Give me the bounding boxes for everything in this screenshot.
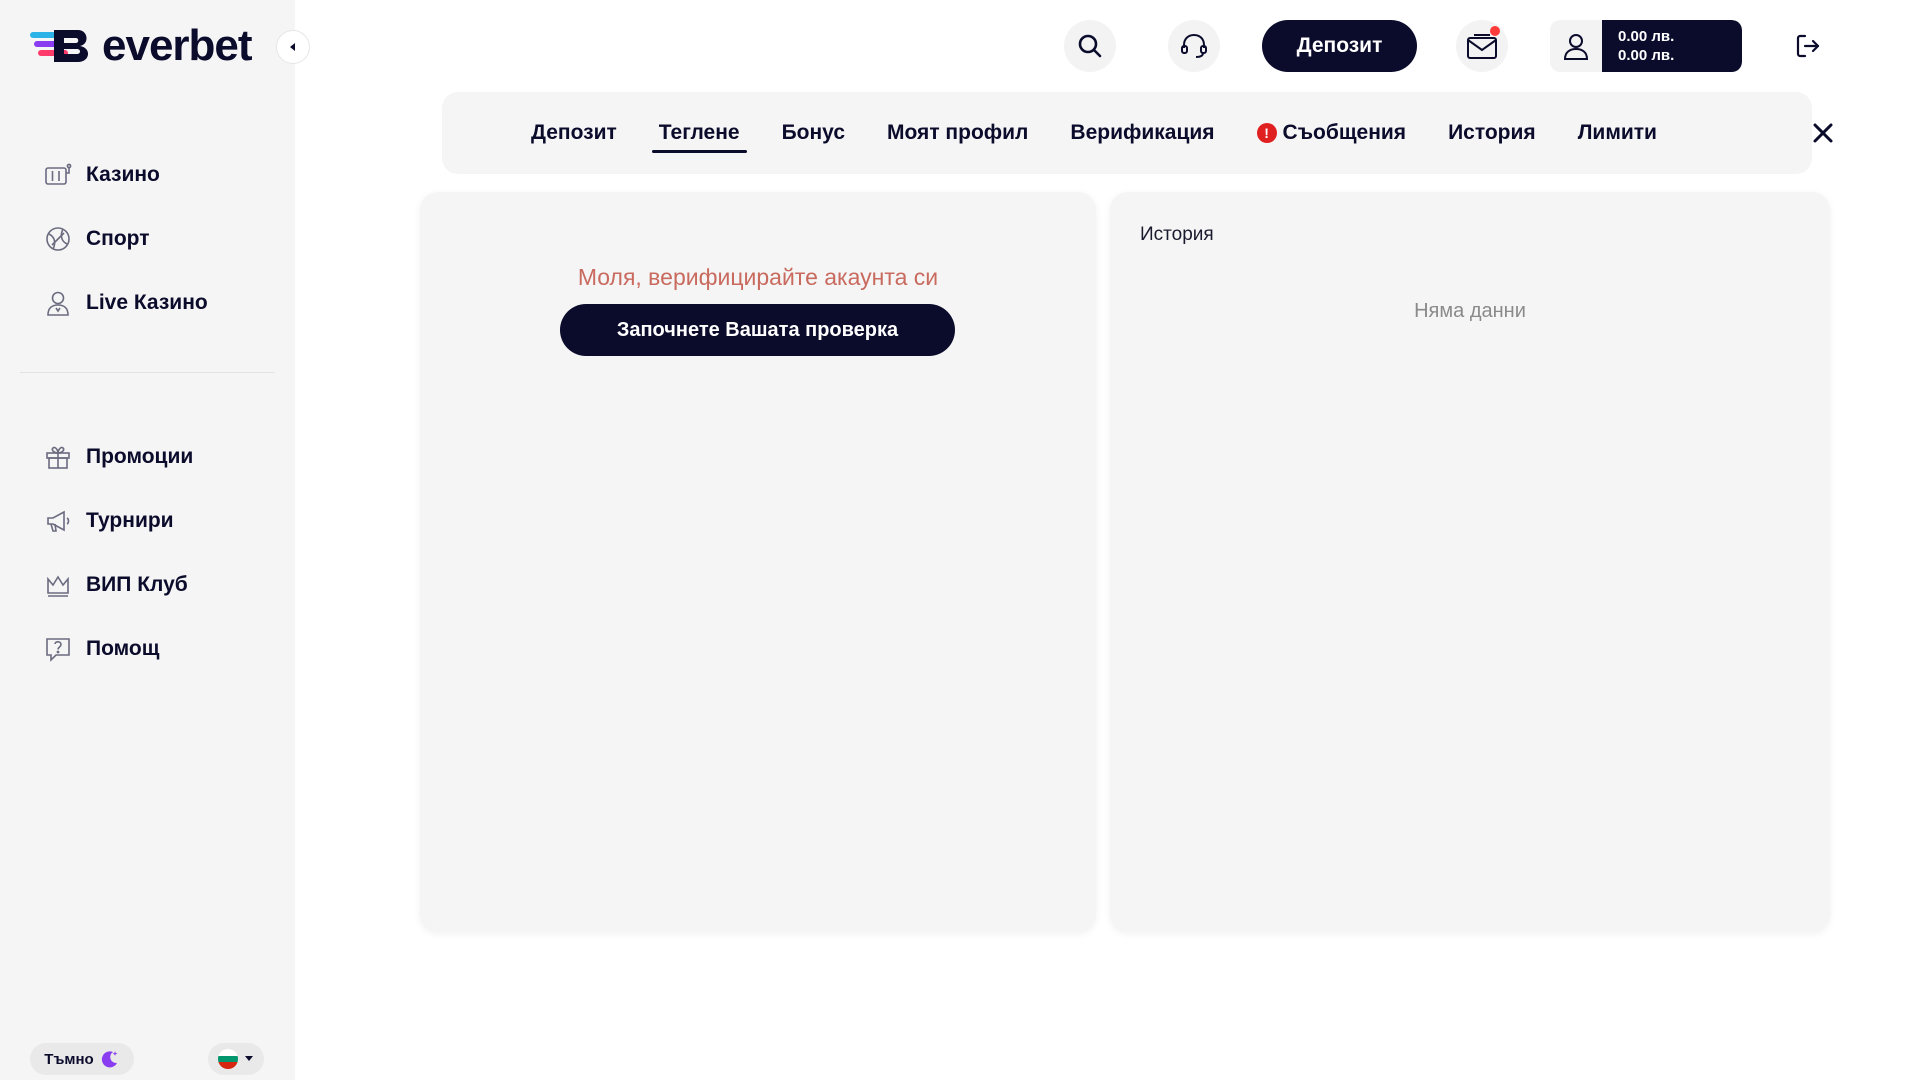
logout-button[interactable]	[1790, 28, 1826, 64]
tab-verification[interactable]: Верификация	[1063, 113, 1221, 153]
support-button[interactable]	[1168, 20, 1220, 72]
sidebar-divider	[20, 372, 275, 373]
balance-main: 0.00 лв.	[1618, 28, 1675, 45]
search-icon	[1078, 34, 1102, 58]
tab-withdraw[interactable]: Теглене	[651, 113, 747, 153]
sidebar-main-nav: Казино Спорт Live Казино	[0, 143, 295, 335]
header-deposit-button[interactable]: Депозит	[1262, 20, 1417, 72]
help-icon	[44, 635, 72, 663]
tab-label: Съобщения	[1282, 121, 1407, 144]
caret-left-icon	[290, 43, 295, 51]
dealer-icon	[44, 289, 72, 317]
tab-my-profile[interactable]: Моят профил	[880, 113, 1035, 153]
unread-dot	[1490, 26, 1500, 36]
logo-mark-icon	[30, 26, 94, 66]
logo[interactable]: everbet	[30, 21, 253, 70]
moon-icon	[101, 1051, 118, 1068]
withdraw-panel: Моля, верифицирайте акаунта си Започнете…	[420, 192, 1096, 932]
close-icon	[1813, 123, 1833, 143]
sidebar-item-promotions[interactable]: Промоции	[0, 425, 295, 489]
theme-toggle[interactable]: Тъмно	[30, 1043, 134, 1075]
verify-account-message: Моля, верифицирайте акаунта си	[577, 264, 939, 290]
mail-icon	[1467, 34, 1497, 59]
search-button[interactable]	[1064, 20, 1116, 72]
account-tabs: Депозит Теглене Бонус Моят профил Верифи…	[524, 92, 1692, 174]
sidebar-secondary-nav: Промоции Турнири ВИП Клуб Помощ	[0, 425, 295, 681]
sidebar-item-help[interactable]: Помощ	[0, 617, 295, 681]
messages-button[interactable]	[1456, 20, 1508, 72]
logout-icon	[1796, 34, 1820, 58]
sidebar-item-sport[interactable]: Спорт	[0, 207, 295, 271]
language-select[interactable]	[208, 1043, 264, 1075]
sidebar-item-tournaments[interactable]: Турнири	[0, 489, 295, 553]
account-widget: 0.00 лв. 0.00 лв.	[1550, 20, 1742, 72]
tab-bonus[interactable]: Бонус	[775, 113, 852, 153]
sidebar-item-label: ВИП Клуб	[86, 573, 188, 596]
account-tabs-bar: Депозит Теглене Бонус Моят профил Верифи…	[442, 92, 1812, 174]
tab-deposit[interactable]: Депозит	[524, 113, 624, 153]
gift-icon	[44, 443, 72, 471]
theme-toggle-label: Тъмно	[44, 1050, 94, 1068]
balance-display[interactable]: 0.00 лв. 0.00 лв.	[1602, 20, 1742, 72]
sidebar-collapse-button[interactable]	[276, 30, 310, 64]
megaphone-icon	[44, 507, 72, 535]
sidebar-item-label: Спорт	[86, 227, 150, 250]
ball-icon	[44, 225, 72, 253]
bulgaria-flag-icon	[218, 1049, 238, 1069]
balance-bonus: 0.00 лв.	[1618, 47, 1675, 64]
tab-label: Бонус	[781, 121, 846, 144]
sidebar-item-label: Турнири	[86, 509, 174, 532]
sidebar-item-casino[interactable]: Казино	[0, 143, 295, 207]
brand-name: everbet	[102, 21, 253, 70]
history-panel: История Няма данни	[1110, 192, 1830, 932]
headset-icon	[1181, 33, 1207, 58]
tab-label: Моят профил	[887, 121, 1029, 144]
start-verification-button[interactable]: Започнете Вашата проверка	[560, 304, 955, 356]
sidebar-item-live-casino[interactable]: Live Казино	[0, 271, 295, 335]
profile-button[interactable]	[1550, 20, 1602, 72]
alert-icon: !	[1256, 123, 1277, 143]
tab-label: Лимити	[1577, 121, 1657, 144]
close-button[interactable]	[1808, 118, 1838, 148]
history-title: История	[1140, 224, 1214, 245]
tab-limits[interactable]: Лимити	[1571, 113, 1664, 153]
sidebar-item-label: Промоции	[86, 445, 194, 468]
history-empty-state: Няма данни	[1414, 300, 1526, 322]
tab-messages[interactable]: ! Съобщения	[1250, 113, 1414, 153]
tab-label: Верификация	[1070, 121, 1215, 144]
tab-label: Теглене	[658, 121, 740, 144]
tab-label: Депозит	[531, 121, 617, 144]
tab-label: История	[1448, 121, 1536, 144]
sidebar: everbet Казино Спорт Live Казино Промоци…	[0, 0, 310, 1080]
sidebar-item-label: Live Казино	[86, 291, 208, 314]
sidebar-item-label: Помощ	[86, 637, 160, 660]
sidebar-item-label: Казино	[86, 163, 160, 186]
user-icon	[1563, 34, 1589, 60]
slot-machine-icon	[44, 161, 72, 189]
crown-icon	[44, 571, 72, 599]
tab-history[interactable]: История	[1441, 113, 1543, 153]
chevron-down-icon	[245, 1056, 253, 1061]
sidebar-item-vip-club[interactable]: ВИП Клуб	[0, 553, 295, 617]
